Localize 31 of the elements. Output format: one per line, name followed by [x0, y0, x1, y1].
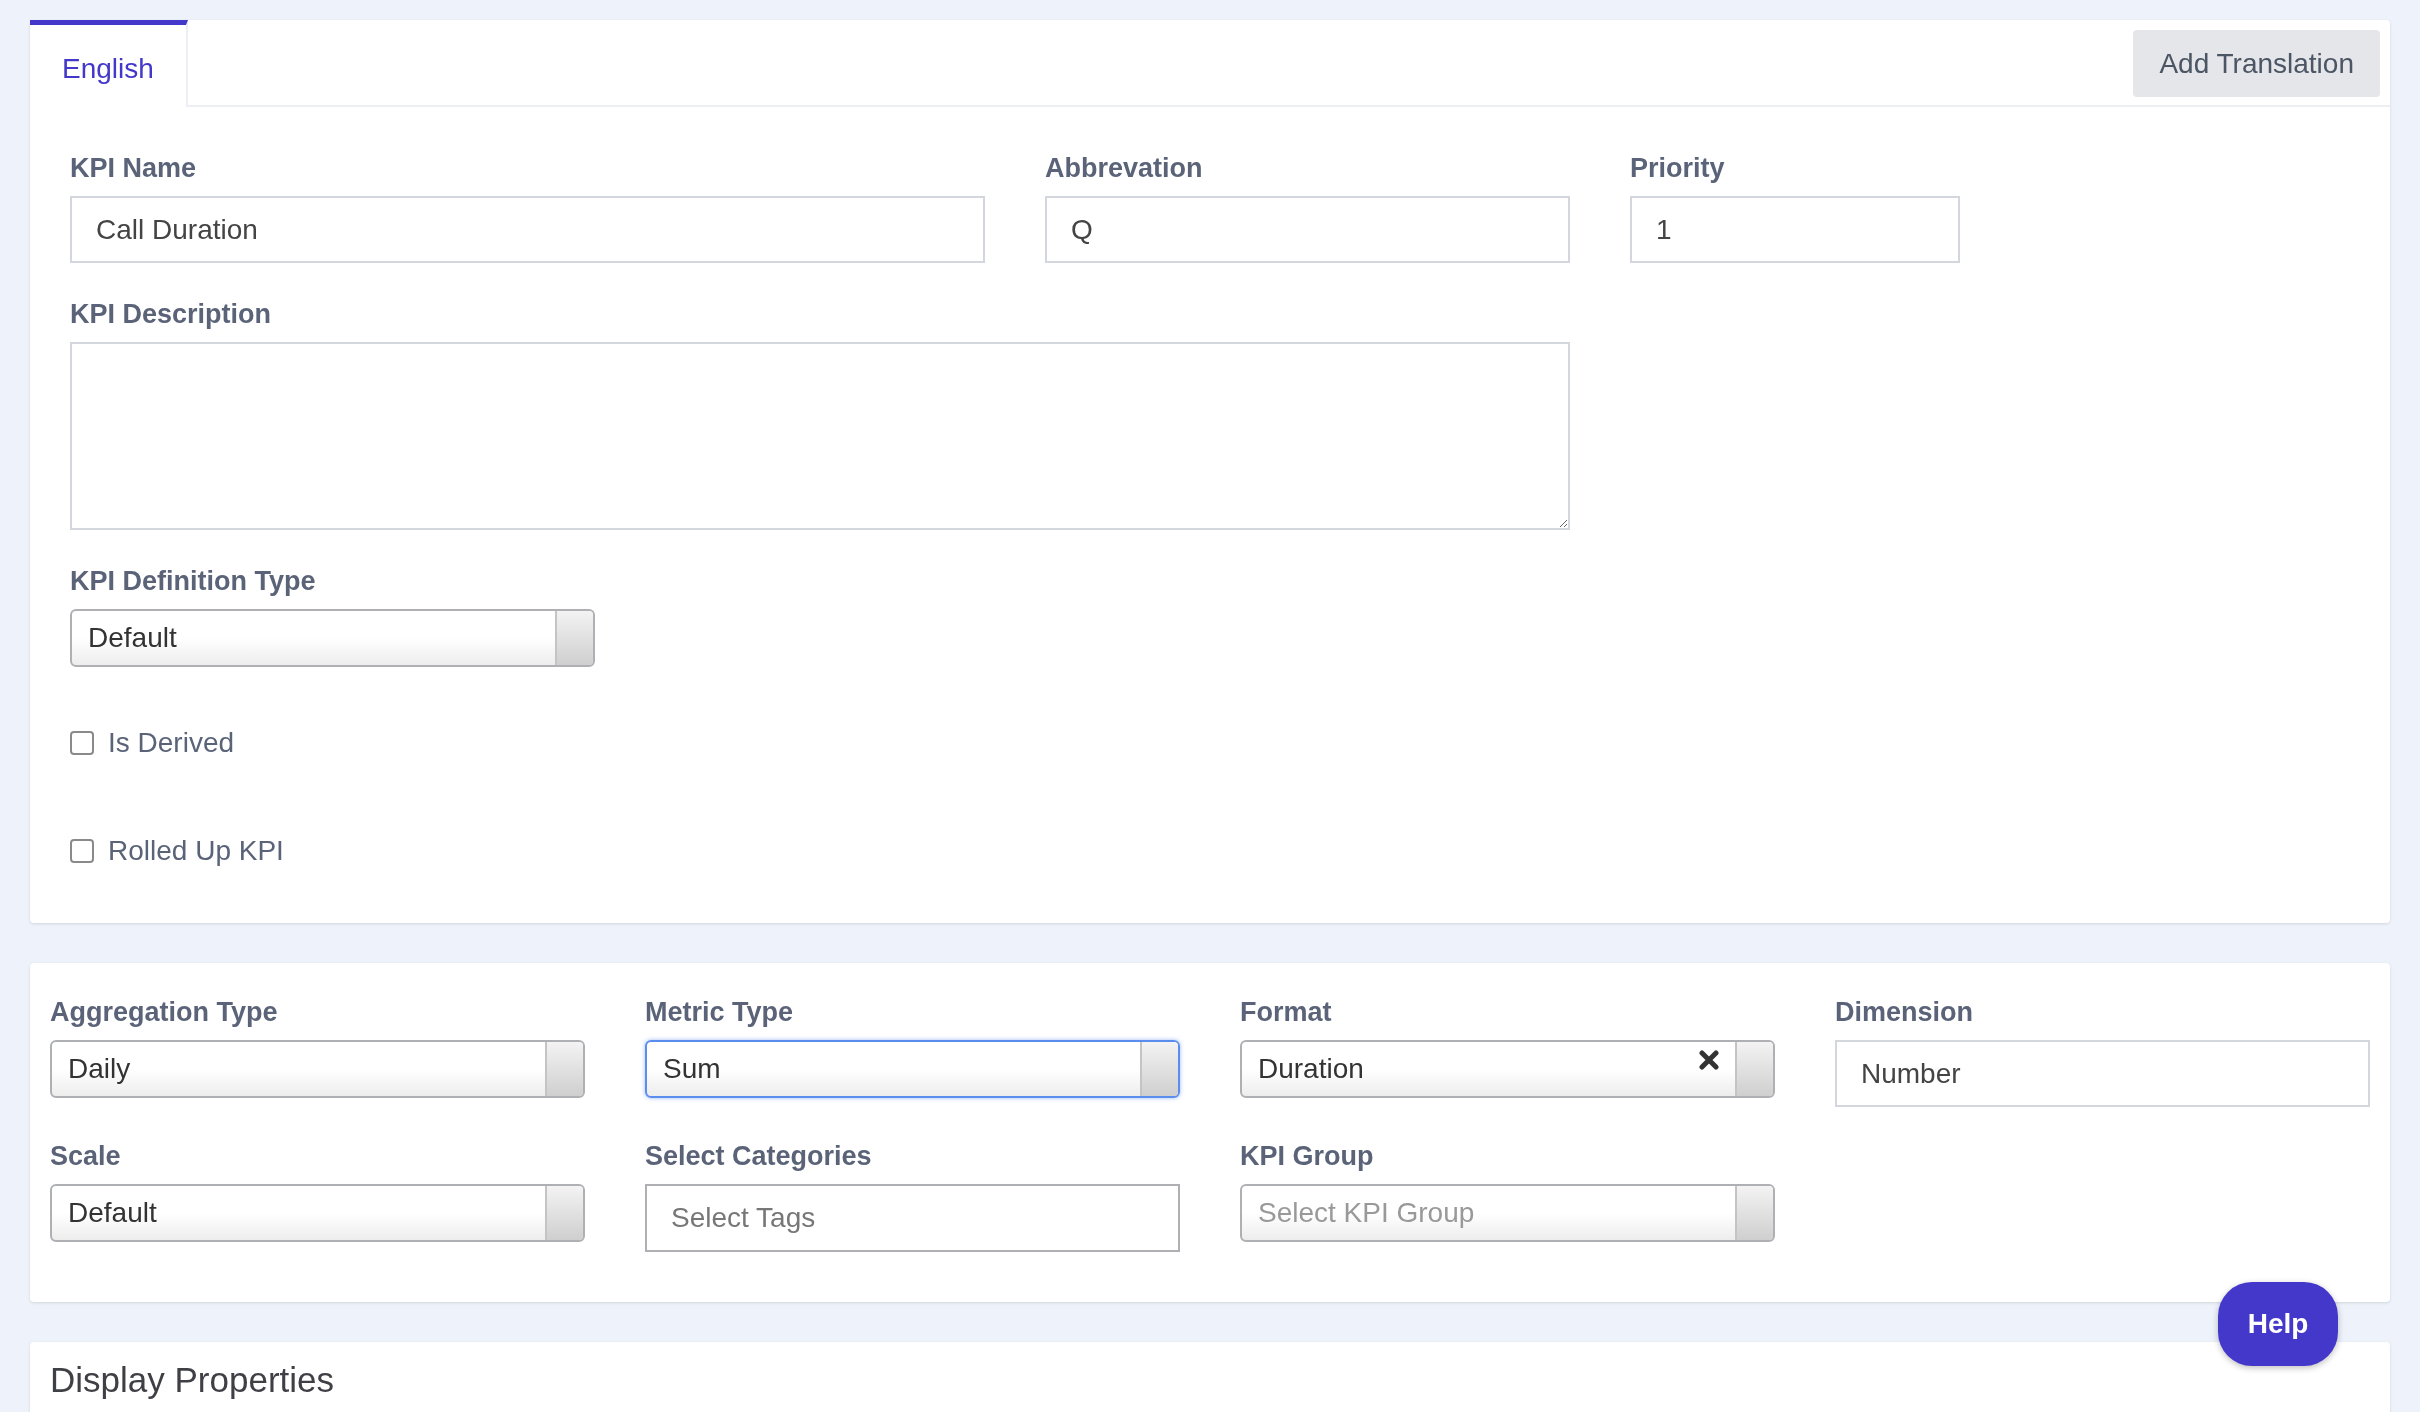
tags-field[interactable]: Select Tags	[645, 1184, 1180, 1252]
checkbox-label: Is Derived	[108, 727, 235, 759]
field-label: KPI Group	[1240, 1141, 1375, 1172]
select-dropdown[interactable]: Duration	[1240, 1040, 1775, 1098]
select-dropdown[interactable]: Daily	[50, 1040, 585, 1098]
add-translation-button[interactable]: Add Translation	[2133, 30, 2380, 97]
text-field[interactable]: Number	[1835, 1040, 2370, 1107]
checkbox[interactable]	[70, 839, 94, 863]
field-label: Format	[1240, 997, 1333, 1028]
field-label: KPI Description	[70, 299, 273, 330]
text-field[interactable]: 1	[1630, 196, 1960, 263]
text-field[interactable]: Q	[1045, 196, 1570, 263]
section-title: Display Properties	[50, 1360, 334, 1400]
field-label: Priority	[1630, 153, 1726, 184]
field-label: Abbrevation	[1045, 153, 1204, 184]
field-label: Dimension	[1835, 997, 1975, 1028]
clear-icon[interactable]	[1699, 1050, 1719, 1070]
checkbox[interactable]	[70, 731, 94, 755]
select-dropdown[interactable]: Sum	[645, 1040, 1180, 1098]
checkbox-label: Rolled Up KPI	[108, 835, 284, 867]
field-label: Scale	[50, 1141, 122, 1172]
help-button[interactable]: Help	[2218, 1282, 2338, 1366]
text-field[interactable]: Call Duration	[70, 196, 985, 263]
field-label: KPI Name	[70, 153, 198, 184]
field-label: KPI Definition Type	[70, 566, 317, 597]
language-tab[interactable]: English	[30, 20, 188, 107]
field-label: Select Categories	[645, 1141, 873, 1172]
field-label: Metric Type	[645, 997, 795, 1028]
field-label: Aggregation Type	[50, 997, 279, 1028]
select-dropdown[interactable]: Default	[70, 609, 595, 667]
select-dropdown[interactable]: Default	[50, 1184, 585, 1242]
